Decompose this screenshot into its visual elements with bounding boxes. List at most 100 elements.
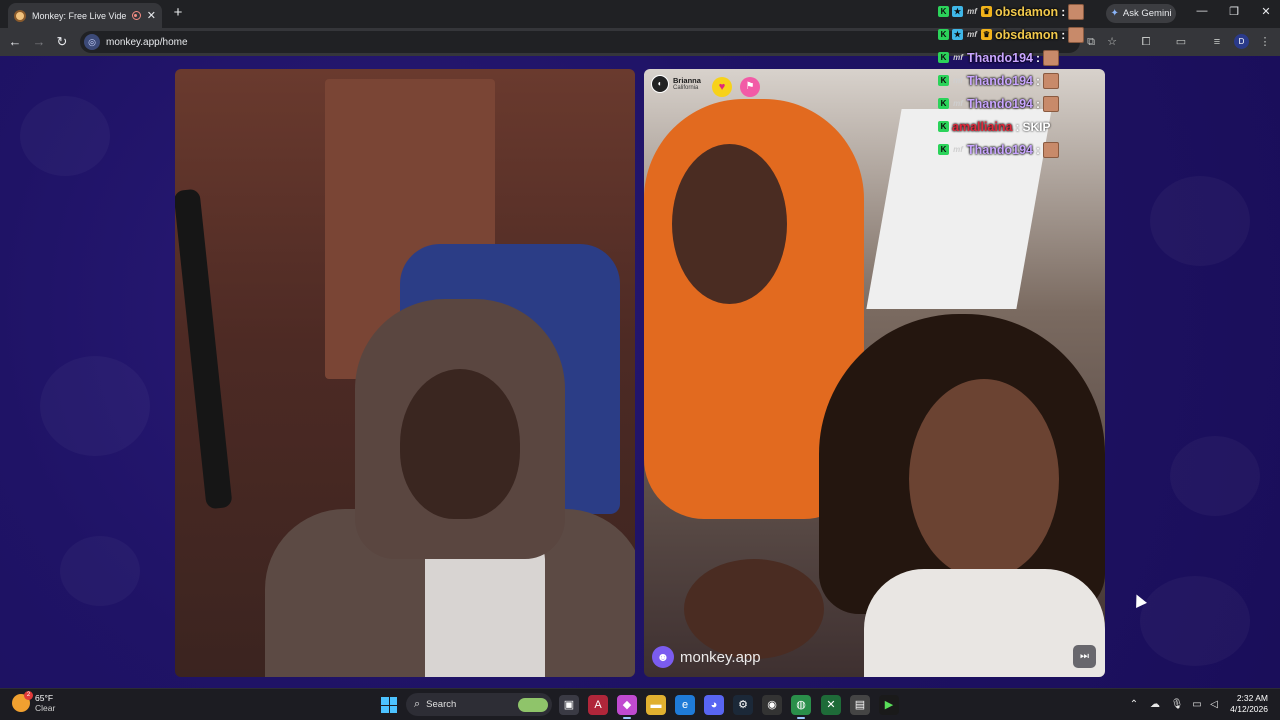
reload-button[interactable]: ↻ bbox=[53, 33, 71, 51]
decor-blob bbox=[1170, 436, 1260, 516]
kick-app-icon[interactable]: ▶ bbox=[879, 695, 899, 715]
chat-emote-icon bbox=[1043, 49, 1059, 66]
media-controls-icon[interactable]: ≡ bbox=[1208, 33, 1226, 51]
kick-badge-icon: K bbox=[938, 121, 949, 132]
weather-temperature: 65°F bbox=[35, 693, 54, 703]
mod-badge-icon: mf bbox=[953, 145, 963, 154]
person-shirt bbox=[425, 539, 545, 677]
stranger-avatar[interactable]: ◐ bbox=[651, 75, 669, 93]
tab-title: Monkey: Free Live Video Ch bbox=[32, 10, 126, 21]
address-bar[interactable]: ◎ monkey.app/home bbox=[80, 31, 1080, 53]
chat-emote-icon bbox=[1043, 141, 1059, 158]
microphone-arm bbox=[175, 188, 233, 510]
more-menu-icon[interactable]: ⋮ bbox=[1256, 33, 1274, 51]
stranger-name: Brianna bbox=[673, 75, 701, 85]
mod-badge-icon: mf bbox=[953, 76, 963, 85]
weather-condition: Clear bbox=[35, 703, 56, 713]
edge-browser-icon[interactable]: e bbox=[675, 695, 695, 715]
person-face bbox=[400, 369, 520, 519]
crown-badge-icon: ♛ bbox=[981, 29, 992, 40]
chat-username: Thando194 bbox=[967, 73, 1033, 88]
chat-username: obsdamon bbox=[995, 27, 1059, 42]
mod-badge-icon: mf bbox=[967, 30, 977, 39]
monkey-logo-icon: ☻ bbox=[652, 646, 674, 668]
mod-badge-icon: mf bbox=[953, 99, 963, 108]
back-button[interactable]: ← bbox=[6, 33, 24, 51]
self-video-feed bbox=[175, 69, 635, 677]
chat-separator: : bbox=[1036, 96, 1040, 111]
person-shirt bbox=[864, 569, 1105, 677]
kick-badge-icon: K bbox=[938, 6, 949, 17]
profile-avatar[interactable]: D bbox=[1234, 34, 1249, 49]
chat-separator: : bbox=[1015, 119, 1020, 134]
mod-badge-icon: mf bbox=[953, 53, 963, 62]
recording-indicator-icon bbox=[131, 11, 141, 20]
volume-icon[interactable]: ◁ bbox=[1207, 698, 1221, 712]
chat-username: Thando194 bbox=[967, 142, 1033, 157]
network-icon[interactable]: ▭ bbox=[1190, 698, 1204, 712]
clock-time: 2:32 AM bbox=[1236, 693, 1268, 703]
browser-tab[interactable]: Monkey: Free Live Video Ch ✕ bbox=[8, 3, 162, 28]
monkey-watermark: ☻ monkey.app bbox=[652, 646, 761, 668]
search-label: Search bbox=[426, 699, 457, 710]
steam-icon[interactable]: ⚙ bbox=[733, 695, 753, 715]
new-tab-button[interactable]: + bbox=[169, 4, 187, 22]
chat-separator: : bbox=[1061, 27, 1066, 42]
windows-logo-icon bbox=[381, 697, 389, 705]
start-button[interactable] bbox=[381, 697, 397, 713]
chat-message: Kmf Thando194: bbox=[938, 46, 1118, 69]
tab-close-icon[interactable]: ✕ bbox=[147, 9, 156, 22]
obs-studio-icon[interactable]: ◉ bbox=[762, 695, 782, 715]
restore-button[interactable]: ❐ bbox=[1222, 5, 1246, 18]
show-hidden-icons-chevron-icon[interactable]: ⌃ bbox=[1127, 698, 1141, 712]
kick-badge-icon: K bbox=[938, 52, 949, 63]
taskbar-search[interactable]: ⌕ Search bbox=[406, 693, 552, 716]
weather-icon: 2 bbox=[12, 691, 33, 712]
stranger-profile-chip[interactable]: ◐ Brianna California bbox=[651, 75, 701, 93]
crown-badge-icon: ♛ bbox=[981, 6, 992, 17]
chat-message: Kmf Thando194: bbox=[938, 138, 1118, 161]
ask-gemini-label: Ask Gemini bbox=[1122, 8, 1172, 19]
chat-message: Kamalliaina: SKIP bbox=[938, 115, 1118, 138]
kick-badge-icon: K bbox=[938, 29, 949, 40]
chat-message: Kmf Thando194: bbox=[938, 69, 1118, 92]
side-panel-icon[interactable]: ▭ bbox=[1172, 33, 1190, 51]
prime-badge-icon: ★ bbox=[952, 6, 963, 17]
person-face bbox=[909, 379, 1059, 579]
decor-blob bbox=[60, 536, 140, 606]
chat-separator: : bbox=[1036, 50, 1040, 65]
discord-icon[interactable]: ◕ bbox=[704, 695, 724, 715]
chat-message: K ★ mf ♛ obsdamon: bbox=[938, 0, 1118, 23]
extensions-icon[interactable]: ⧠ bbox=[1137, 33, 1155, 51]
chrome-browser-icon[interactable]: ◍ bbox=[791, 695, 811, 719]
like-heart-button[interactable]: ♥ bbox=[712, 77, 732, 97]
forward-button[interactable]: → bbox=[30, 33, 48, 51]
file-explorer-icon[interactable]: ▬ bbox=[646, 695, 666, 715]
clock-date: 4/12/2026 bbox=[1230, 704, 1268, 714]
xbox-app-icon[interactable]: ✕ bbox=[821, 695, 841, 715]
decor-blob bbox=[20, 96, 110, 176]
minimize-button[interactable]: — bbox=[1190, 5, 1214, 17]
url-text[interactable]: monkey.app/home bbox=[106, 37, 188, 48]
decor-blob bbox=[1140, 576, 1250, 666]
copilot-app-icon[interactable]: ◆ bbox=[617, 695, 637, 719]
close-window-button[interactable]: ✕ bbox=[1254, 5, 1278, 18]
skip-next-button[interactable]: ⏭ bbox=[1073, 645, 1096, 668]
chat-username: obsdamon bbox=[995, 4, 1059, 19]
onedrive-cloud-icon[interactable]: ☁ bbox=[1148, 698, 1162, 712]
person-hand bbox=[684, 559, 824, 659]
chat-separator: : bbox=[1061, 4, 1066, 19]
report-button[interactable]: ⚑ bbox=[740, 77, 760, 97]
site-info-icon[interactable]: ◎ bbox=[84, 34, 100, 50]
capcut-icon[interactable]: ▤ bbox=[850, 695, 870, 715]
search-icon: ⌕ bbox=[414, 698, 421, 710]
kick-badge-icon: K bbox=[938, 98, 949, 109]
mod-badge-icon: mf bbox=[967, 7, 977, 16]
monkey-favicon-icon bbox=[14, 9, 26, 22]
weather-widget[interactable]: 2 65°F Clear bbox=[12, 691, 56, 713]
microphone-icon[interactable]: 🎙 bbox=[1170, 698, 1184, 712]
chat-username: Thando194 bbox=[967, 50, 1033, 65]
adobe-acrobat-icon[interactable]: A bbox=[588, 695, 608, 715]
task-view-icon[interactable]: ▣ bbox=[559, 695, 579, 715]
system-clock[interactable]: 2:32 AM 4/12/2026 bbox=[1230, 693, 1268, 715]
